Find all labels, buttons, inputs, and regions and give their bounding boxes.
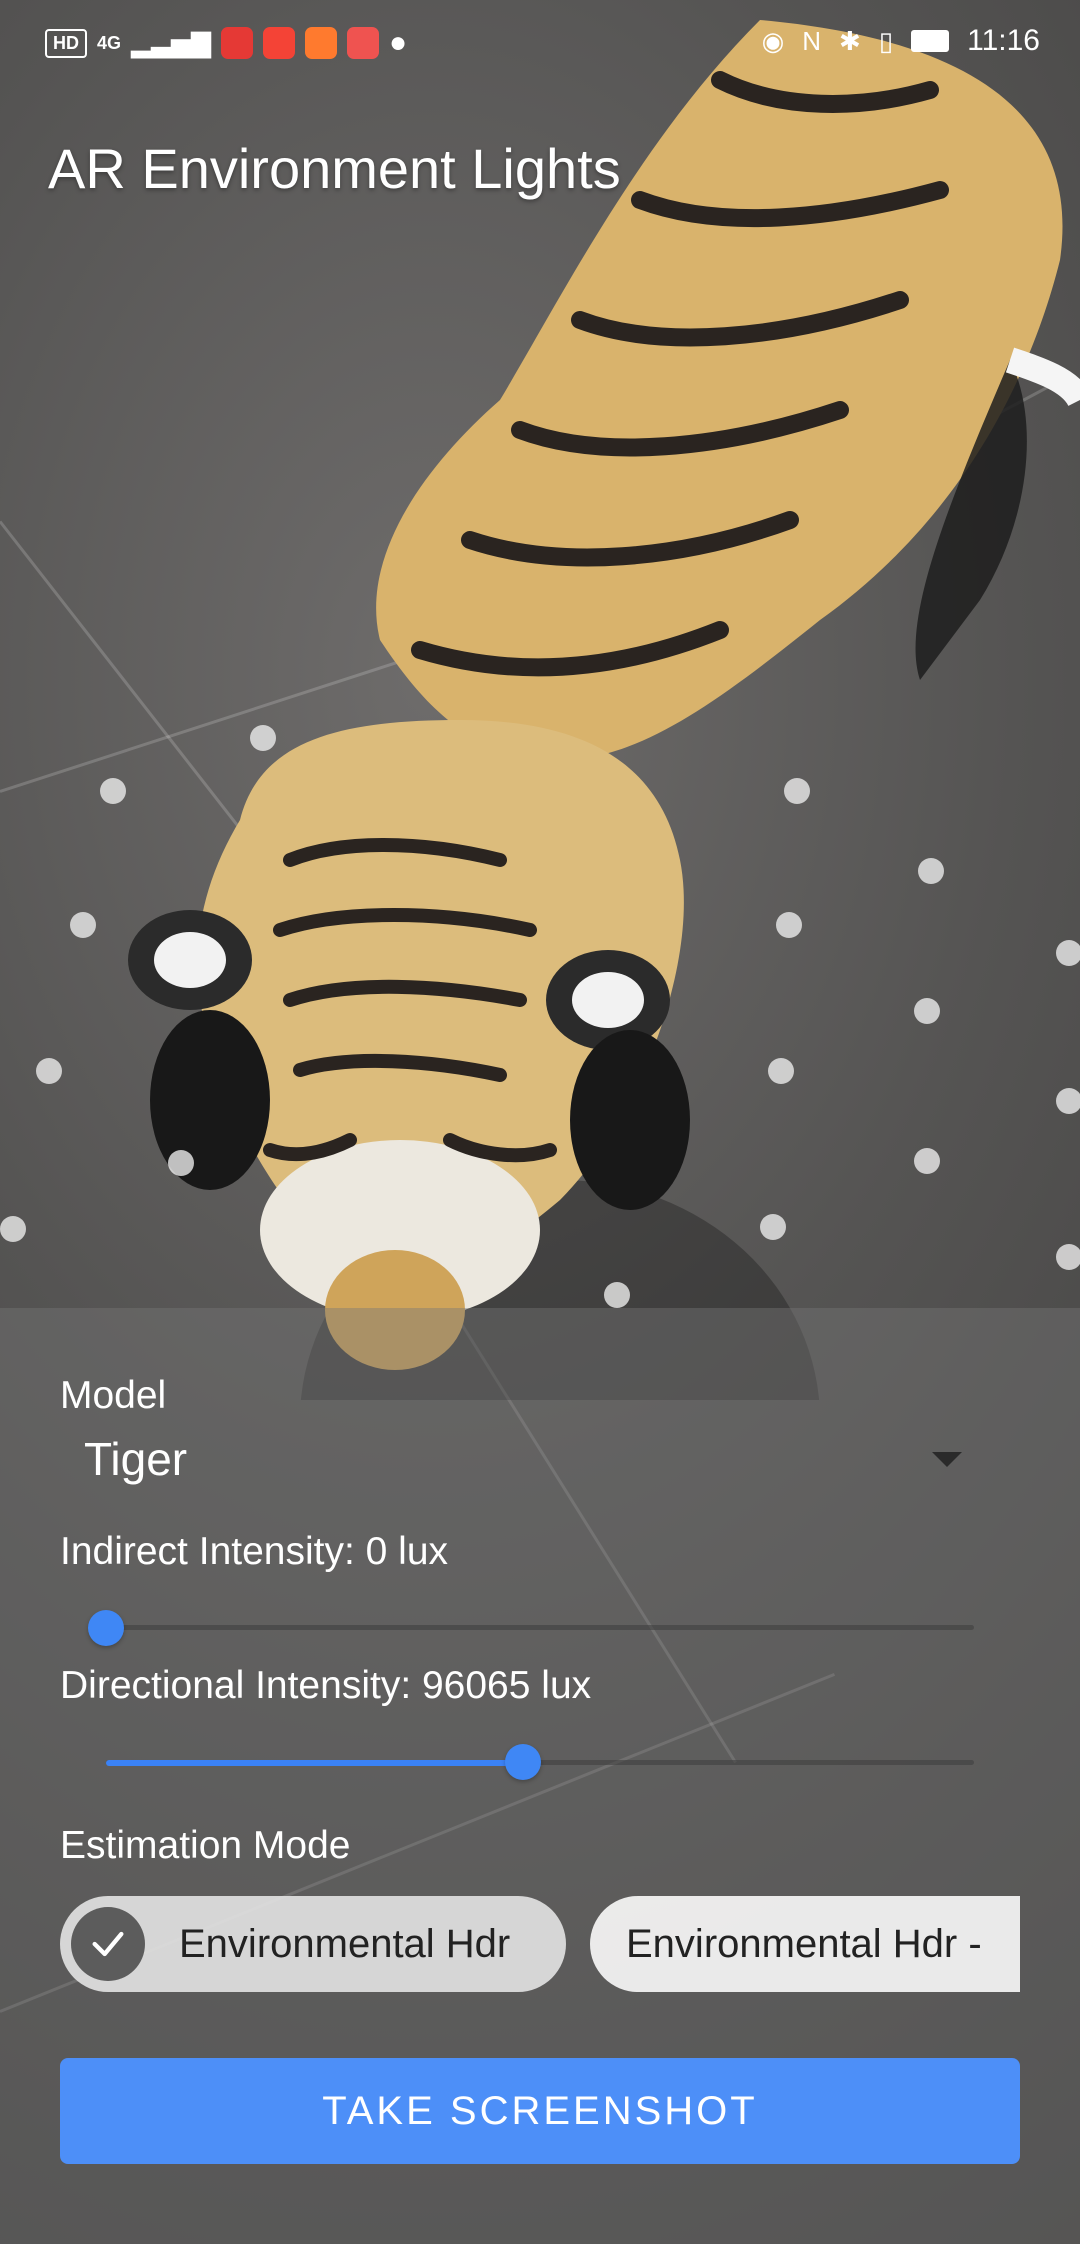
directional-intensity-thumb[interactable]: [504, 1744, 541, 1780]
plane-dot: [1056, 940, 1080, 966]
plane-dot: [70, 912, 96, 938]
plane-dot: [604, 1282, 630, 1308]
plane-dot: [250, 725, 276, 751]
eye-comfort-icon: ◉: [761, 25, 785, 56]
model-label: Model: [60, 1374, 167, 1417]
app-title: AR Environment Lights: [48, 137, 621, 200]
directional-intensity-fill: [106, 1760, 523, 1766]
vibrate-icon: ▯: [878, 25, 894, 56]
app-notification-icon: [347, 27, 379, 59]
ar-screen: HD 4G ▂▃▅▇ ● ◉ N ✱ ▯ 11:16 AR Environmen…: [0, 0, 1080, 2244]
app-notification-icon: [263, 27, 295, 59]
directional-intensity-label: Directional Intensity: 96065 lux: [60, 1664, 592, 1707]
status-right: ◉ N ✱ ▯ 11:16: [762, 24, 1040, 58]
plane-dot: [768, 1058, 794, 1084]
status-bar: HD 4G ▂▃▅▇ ● ◉ N ✱ ▯ 11:16: [0, 0, 1080, 90]
plane-dot: [168, 1150, 194, 1176]
chip-environmental-hdr[interactable]: Environmental Hdr: [60, 1896, 566, 1992]
app-notification-icon: [305, 27, 337, 59]
plane-dot: [0, 1216, 26, 1242]
chevron-down-icon[interactable]: [932, 1452, 962, 1467]
chip-environmental-hdr-alt[interactable]: Environmental Hdr -: [590, 1896, 1020, 1992]
check-icon: [71, 1907, 145, 1981]
indirect-intensity-label: Indirect Intensity: 0 lux: [60, 1530, 449, 1573]
plane-dot: [1056, 1244, 1080, 1270]
battery-icon: [911, 30, 950, 52]
app-notification-icon: [221, 27, 253, 59]
bluetooth-icon: ✱: [839, 25, 861, 56]
nfc-icon: N: [802, 25, 822, 56]
plane-dot: [784, 778, 810, 804]
estimation-mode-label: Estimation Mode: [60, 1824, 351, 1867]
indirect-intensity-thumb[interactable]: [88, 1610, 124, 1646]
plane-dot: [776, 912, 802, 938]
plane-dot: [760, 1214, 786, 1240]
status-left: HD 4G ▂▃▅▇ ●: [45, 26, 407, 60]
clock: 11:16: [967, 24, 1040, 57]
tiger-model[interactable]: [0, 0, 1080, 1400]
hd-badge: HD: [45, 28, 87, 58]
chip-label: Environmental Hdr: [179, 1921, 511, 1966]
network-type: 4G: [97, 32, 122, 53]
plane-dot: [914, 1148, 940, 1174]
plane-dot: [914, 998, 940, 1024]
signal-icon: ▂▃▅▇: [131, 27, 211, 58]
plane-dot: [100, 778, 126, 804]
indirect-intensity-slider[interactable]: [106, 1625, 974, 1630]
plane-dot: [918, 858, 944, 884]
plane-dot: [36, 1058, 62, 1084]
wechat-icon: ●: [389, 26, 408, 59]
take-screenshot-button[interactable]: TAKE SCREENSHOT: [60, 2058, 1020, 2164]
chip-label: Environmental Hdr -: [626, 1921, 982, 1966]
plane-dot: [1056, 1088, 1080, 1114]
model-select[interactable]: Tiger: [84, 1432, 187, 1486]
